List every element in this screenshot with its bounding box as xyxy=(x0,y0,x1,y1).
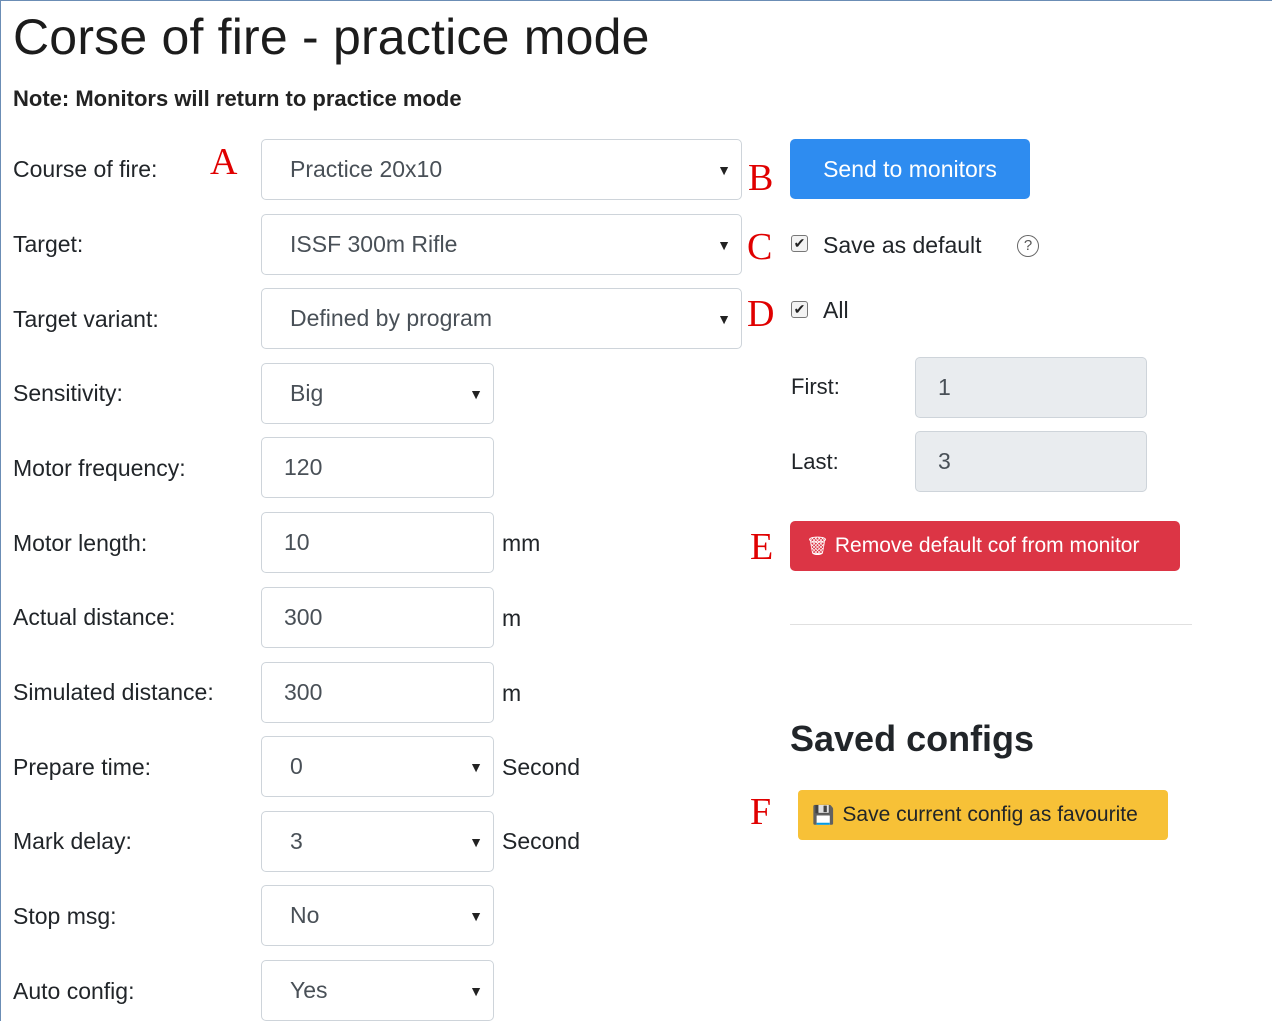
last-input[interactable]: 3 xyxy=(915,431,1147,492)
sensitivity-select[interactable]: Big ▼ xyxy=(261,363,494,424)
divider xyxy=(790,624,1192,625)
marker-a: A xyxy=(210,141,238,183)
marker-f: F xyxy=(750,791,772,833)
stop-msg-value: No xyxy=(290,902,320,928)
caret-down-icon: ▼ xyxy=(469,907,483,924)
target-value: ISSF 300m Rifle xyxy=(290,231,458,257)
trash-icon: 🗑 xyxy=(806,535,829,556)
saved-configs-heading: Saved configs xyxy=(790,718,1035,759)
motor-length-input[interactable]: 10 xyxy=(261,512,494,573)
motor-frequency-value: 120 xyxy=(284,454,323,480)
prepare-time-value: 0 xyxy=(290,753,303,779)
first-input[interactable]: 1 xyxy=(915,357,1147,418)
floppy-disk-icon: 💾 xyxy=(812,804,835,825)
target-variant-value: Defined by program xyxy=(290,305,492,331)
last-label: Last: xyxy=(791,449,839,474)
caret-down-icon: ▼ xyxy=(469,833,483,850)
simulated-distance-unit: m xyxy=(502,680,522,706)
page-title: Corse of fire - practice mode xyxy=(13,9,650,65)
send-to-monitors-button[interactable]: Send to monitors xyxy=(790,139,1030,199)
target-select[interactable]: ISSF 300m Rifle ▼ xyxy=(261,214,742,275)
caret-down-icon: ▼ xyxy=(717,310,731,327)
sensitivity-label: Sensitivity: xyxy=(13,380,123,406)
caret-down-icon: ▼ xyxy=(717,161,731,178)
simulated-distance-value: 300 xyxy=(284,679,323,705)
motor-frequency-label: Motor frequency: xyxy=(13,455,186,481)
last-value: 3 xyxy=(938,448,951,474)
marker-b: B xyxy=(748,157,774,199)
first-label: First: xyxy=(791,374,840,399)
frame-top-border xyxy=(0,0,1272,1)
auto-config-value: Yes xyxy=(290,977,328,1003)
remove-default-cof-button[interactable]: 🗑 Remove default cof from monitor xyxy=(790,521,1180,571)
remove-default-cof-label: Remove default cof from monitor xyxy=(834,534,1140,557)
stop-msg-select[interactable]: No ▼ xyxy=(261,885,494,946)
save-as-default-label: Save as default xyxy=(823,232,982,258)
frame-left-border xyxy=(0,0,1,1021)
first-value: 1 xyxy=(938,374,951,400)
prepare-time-select[interactable]: 0 ▼ xyxy=(261,736,494,797)
caret-down-icon: ▼ xyxy=(469,982,483,999)
mark-delay-unit: Second xyxy=(502,828,581,854)
simulated-distance-input[interactable]: 300 xyxy=(261,662,494,723)
save-favourite-button[interactable]: 💾 Save current config as favourite xyxy=(798,790,1168,840)
caret-down-icon: ▼ xyxy=(717,236,731,253)
actual-distance-value: 300 xyxy=(284,604,323,630)
actual-distance-input[interactable]: 300 xyxy=(261,587,494,648)
motor-length-value: 10 xyxy=(284,529,310,555)
mark-delay-label: Mark delay: xyxy=(13,828,132,854)
motor-length-label: Motor length: xyxy=(13,530,148,556)
motor-frequency-input[interactable]: 120 xyxy=(261,437,494,498)
target-label: Target: xyxy=(13,231,84,257)
course-of-fire-label: Course of fire: xyxy=(13,156,158,182)
auto-config-label: Auto config: xyxy=(13,978,135,1004)
save-favourite-label: Save current config as favourite xyxy=(842,803,1138,826)
save-as-default-checkbox[interactable]: ✔ xyxy=(791,235,808,252)
course-of-fire-select[interactable]: Practice 20x10 ▼ xyxy=(261,139,742,200)
mark-delay-value: 3 xyxy=(290,828,303,854)
sensitivity-value: Big xyxy=(290,380,324,406)
course-of-fire-value: Practice 20x10 xyxy=(290,156,443,182)
prepare-time-unit: Second xyxy=(502,754,581,780)
target-variant-select[interactable]: Defined by program ▼ xyxy=(261,288,742,349)
simulated-distance-label: Simulated distance: xyxy=(13,679,214,705)
page-note: Note: Monitors will return to practice m… xyxy=(13,86,462,111)
all-label: All xyxy=(823,297,849,323)
motor-length-unit: mm xyxy=(502,530,541,556)
marker-d: D xyxy=(747,293,775,335)
target-variant-label: Target variant: xyxy=(13,306,159,332)
caret-down-icon: ▼ xyxy=(469,758,483,775)
marker-e: E xyxy=(750,526,774,568)
marker-c: C xyxy=(747,226,773,268)
stop-msg-label: Stop msg: xyxy=(13,903,117,929)
mark-delay-select[interactable]: 3 ▼ xyxy=(261,811,494,872)
prepare-time-label: Prepare time: xyxy=(13,754,152,780)
auto-config-select[interactable]: Yes ▼ xyxy=(261,960,494,1021)
all-checkbox[interactable]: ✔ xyxy=(791,301,808,318)
actual-distance-unit: m xyxy=(502,605,522,631)
question-circle-icon[interactable]: ? xyxy=(1017,235,1039,257)
caret-down-icon: ▼ xyxy=(469,385,483,402)
actual-distance-label: Actual distance: xyxy=(13,604,176,630)
